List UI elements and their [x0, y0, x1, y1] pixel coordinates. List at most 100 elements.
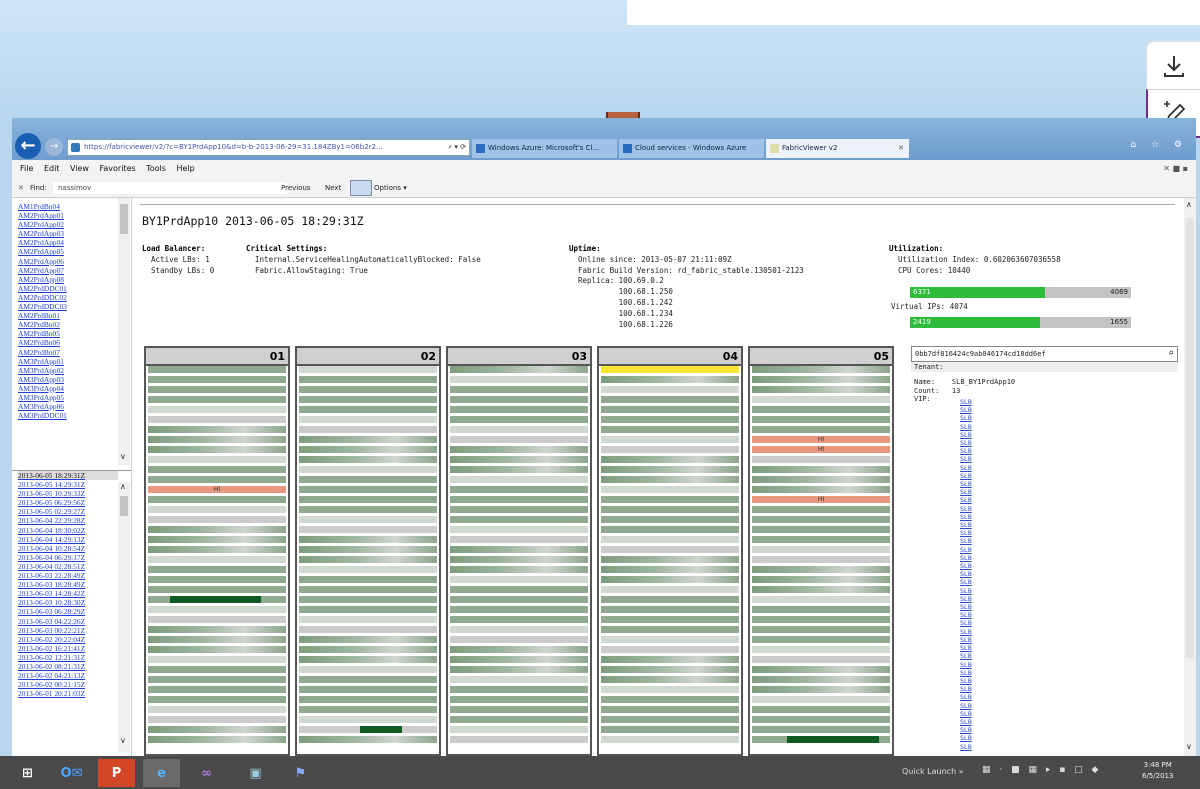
vip-link[interactable]: SLB: [960, 455, 972, 463]
remote-desktop-button[interactable]: ▣: [237, 759, 274, 787]
rack-node[interactable]: [601, 586, 739, 593]
rack-node[interactable]: [148, 726, 286, 733]
rack-node[interactable]: [601, 446, 739, 453]
vip-link[interactable]: SLB: [960, 546, 972, 554]
rack-node[interactable]: [601, 606, 739, 613]
rack-node[interactable]: [148, 616, 286, 623]
vip-link[interactable]: SLB: [960, 628, 972, 636]
rack-node[interactable]: [752, 476, 890, 483]
visual-studio-button[interactable]: ∞: [188, 759, 225, 787]
menu-tools[interactable]: Tools: [146, 164, 166, 173]
rack-node[interactable]: [299, 636, 437, 643]
rack-node[interactable]: [752, 706, 890, 713]
rack-node[interactable]: [299, 366, 437, 373]
rack-node[interactable]: [148, 716, 286, 723]
rack-node[interactable]: [148, 556, 286, 563]
rack-node[interactable]: [299, 386, 437, 393]
rack-node[interactable]: [601, 396, 739, 403]
rack-node[interactable]: [601, 636, 739, 643]
rack-node[interactable]: [450, 736, 588, 743]
rack-node[interactable]: [450, 526, 588, 533]
rack-node[interactable]: [752, 566, 890, 573]
rack-node[interactable]: [148, 426, 286, 433]
rack-node[interactable]: [752, 386, 890, 393]
vip-link[interactable]: SLB: [960, 619, 972, 627]
browser-toolbar-icons[interactable]: ⌂ ☆ ⚙: [1130, 140, 1188, 150]
vip-link[interactable]: SLB: [960, 587, 972, 595]
cluster-link[interactable]: AM2PrdApp06: [18, 257, 118, 266]
snapshot-link[interactable]: 2013-06-03 22:28:49Z: [18, 571, 118, 580]
rack-node[interactable]: [148, 566, 286, 573]
ie-button[interactable]: e: [143, 759, 180, 787]
scroll-down-icon[interactable]: ∨: [120, 452, 126, 461]
rack-01[interactable]: 01 HI: [144, 346, 290, 756]
rack-node[interactable]: [299, 376, 437, 383]
vip-link[interactable]: SLB: [960, 480, 972, 488]
snapshot-link[interactable]: 2013-06-03 14:28:42Z: [18, 589, 118, 598]
vip-link[interactable]: SLB: [960, 488, 972, 496]
vip-link[interactable]: SLB: [960, 496, 972, 504]
rack-node[interactable]: [450, 366, 588, 373]
menu-file[interactable]: File: [20, 164, 33, 173]
find-previous-button[interactable]: Previous: [281, 178, 311, 198]
rack-node[interactable]: [752, 646, 890, 653]
cluster-link[interactable]: AM3PrdApp03: [18, 375, 118, 384]
vip-link[interactable]: SLB: [960, 537, 972, 545]
rack-node[interactable]: [148, 546, 286, 553]
snapshot-link[interactable]: 2013-06-04 14:29:13Z: [18, 535, 118, 544]
vip-link[interactable]: SLB: [960, 570, 972, 578]
vip-link[interactable]: SLB: [960, 447, 972, 455]
rack-node[interactable]: [450, 616, 588, 623]
address-bar[interactable]: https://fabricviewer/v2/?c=BY1PrdApp10&d…: [67, 139, 470, 156]
snapshot-link[interactable]: 2013-06-02 12:21:31Z: [18, 653, 118, 662]
rack-node[interactable]: [601, 426, 739, 433]
rack-node[interactable]: [148, 466, 286, 473]
cluster-link[interactable]: AM2PrdApp08: [18, 275, 118, 284]
rack-node[interactable]: [752, 506, 890, 513]
rack-node[interactable]: [299, 626, 437, 633]
vip-link[interactable]: SLB: [960, 710, 972, 718]
snapshot-link[interactable]: 2013-06-04 18:30:02Z: [18, 526, 118, 535]
snapshot-link[interactable]: 2013-06-03 10:28:30Z: [18, 598, 118, 607]
rack-node[interactable]: [450, 646, 588, 653]
vip-link[interactable]: SLB: [960, 693, 972, 701]
rack-node[interactable]: [752, 556, 890, 563]
rack-node[interactable]: [299, 666, 437, 673]
cluster-link[interactable]: AM2PrdBn01: [18, 311, 118, 320]
scroll-up-icon[interactable]: ∧: [1186, 200, 1192, 209]
rack-node[interactable]: [450, 386, 588, 393]
rack-node[interactable]: [752, 736, 890, 743]
download-button[interactable]: [1146, 41, 1200, 91]
rack-node[interactable]: [299, 706, 437, 713]
rack-node[interactable]: [299, 426, 437, 433]
rack-node[interactable]: [148, 416, 286, 423]
scroll-thumb[interactable]: [1186, 218, 1194, 658]
rack-node[interactable]: [752, 426, 890, 433]
rack-node[interactable]: [601, 616, 739, 623]
rack-node[interactable]: [601, 536, 739, 543]
rack-node[interactable]: [450, 566, 588, 573]
vip-link[interactable]: SLB: [960, 578, 972, 586]
vip-link[interactable]: SLB: [960, 472, 972, 480]
scroll-down-icon[interactable]: ∨: [120, 736, 126, 745]
rack-node[interactable]: [299, 436, 437, 443]
rack-node[interactable]: [450, 596, 588, 603]
rack-node[interactable]: [601, 706, 739, 713]
rack-node[interactable]: [148, 506, 286, 513]
snapshot-link[interactable]: 2013-06-02 20:22:04Z: [18, 635, 118, 644]
cluster-link[interactable]: AM2PrdApp02: [18, 220, 118, 229]
snapshot-link[interactable]: 2013-06-03 18:28:49Z: [18, 580, 118, 589]
rack-node[interactable]: [752, 586, 890, 593]
rack-node[interactable]: HI: [752, 436, 890, 443]
rack-node[interactable]: [148, 576, 286, 583]
rack-node[interactable]: [299, 396, 437, 403]
snapshot-link[interactable]: 2013-06-02 08:21:31Z: [18, 662, 118, 671]
cluster-link[interactable]: AM3PrdDDC01: [18, 411, 118, 420]
rack-03[interactable]: 03: [446, 346, 592, 756]
rack-node[interactable]: [601, 486, 739, 493]
rack-node[interactable]: [299, 516, 437, 523]
rack-node[interactable]: [601, 526, 739, 533]
rack-node[interactable]: [148, 476, 286, 483]
outlook-button[interactable]: O✉: [53, 759, 90, 787]
cluster-link[interactable]: AM2PrdApp03: [18, 229, 118, 238]
